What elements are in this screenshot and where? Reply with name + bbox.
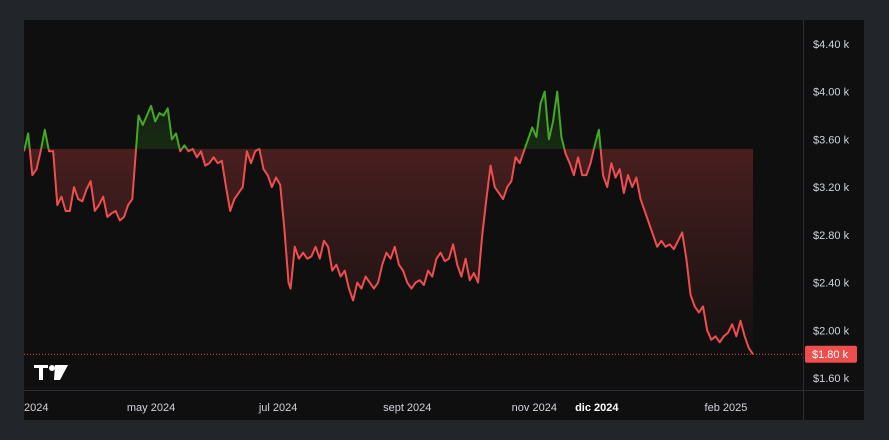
x-tick-label: sept 2024: [383, 402, 431, 414]
y-tick-label: $4.40 k: [813, 39, 850, 51]
y-tick-label: $1.60 k: [813, 373, 850, 385]
x-tick-label: nov 2024: [512, 402, 557, 414]
y-tick-label: $2.80 k: [813, 230, 850, 242]
chart-frame: $4.40 k $4.00 k $3.60 k $3.20 k $2.80 k $2.40…: [24, 20, 864, 420]
current-price-label: $1.80 k: [805, 345, 857, 363]
tradingview-logo-icon[interactable]: [34, 365, 68, 380]
plot-area[interactable]: [24, 90, 803, 355]
y-axis: $4.40 k $4.00 k $3.60 k $3.20 k $2.80 k $2.40…: [813, 39, 850, 385]
x-tick-label: jul 2024: [258, 402, 298, 414]
x-tick-label: 2024: [24, 402, 48, 414]
x-axis: 2024 may 2024 jul 2024 sept 2024 nov 2024 dic…: [24, 402, 747, 414]
area-fill-below-baseline: [24, 148, 754, 355]
y-tick-label: $2.40 k: [813, 278, 850, 290]
x-tick-label: may 2024: [127, 402, 175, 414]
x-tick-label: dic 2024: [575, 402, 619, 414]
current-price-label-text: $1.80 k: [812, 349, 849, 361]
chart-svg[interactable]: $4.40 k $4.00 k $3.60 k $3.20 k $2.80 k $2.40…: [24, 20, 864, 420]
y-tick-label: $4.00 k: [813, 87, 850, 99]
y-tick-label: $2.00 k: [813, 325, 850, 337]
x-tick-label: feb 2025: [705, 402, 748, 414]
y-tick-label: $3.20 k: [813, 182, 850, 194]
y-tick-label: $3.60 k: [813, 134, 850, 146]
